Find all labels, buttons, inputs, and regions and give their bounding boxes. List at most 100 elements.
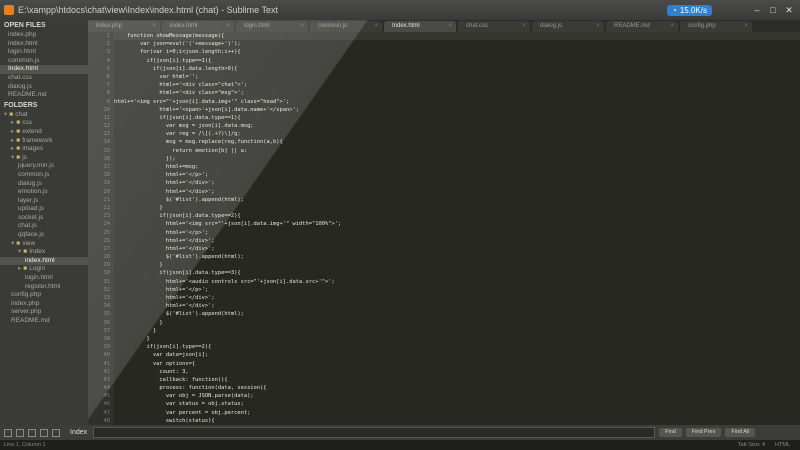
editor-tab[interactable]: chat.css × <box>458 21 530 32</box>
open-file-item[interactable]: login.html <box>0 48 88 57</box>
chevron-right-icon[interactable]: ▸ <box>11 145 14 152</box>
editor-tab[interactable]: Index.html × <box>384 21 456 32</box>
editor-tab[interactable]: common.js × <box>310 21 382 32</box>
tree-item[interactable]: common.js <box>0 171 88 180</box>
code-line[interactable]: if(json[i].data.length>0){ <box>114 65 800 73</box>
tree-item[interactable]: ▸ ■ images <box>0 145 88 154</box>
wrap-toggle-icon[interactable] <box>40 428 48 437</box>
find-input[interactable] <box>93 427 656 438</box>
tree-item[interactable]: ▾ ■ chat <box>0 111 88 120</box>
open-file-item[interactable]: chat.css <box>0 74 88 83</box>
code-line[interactable]: html+='<audio controls src="'+json[i].da… <box>114 278 800 286</box>
tree-item[interactable]: ▾ ■ js <box>0 154 88 163</box>
code-editor[interactable]: function showMessage(message){ var json=… <box>114 32 800 425</box>
code-line[interactable]: var percent = obj.percent; <box>114 409 800 417</box>
code-line[interactable]: html+='</p>'; <box>114 171 800 179</box>
code-line[interactable]: if(json[i].type==1){ <box>114 57 800 65</box>
tree-item[interactable]: ▾ ■ view <box>0 240 88 249</box>
code-line[interactable]: count: 3, <box>114 368 800 376</box>
tree-item[interactable]: upload.js <box>0 205 88 214</box>
open-file-item[interactable]: common.js <box>0 57 88 66</box>
code-line[interactable]: var obj = JSON.parse(data); <box>114 392 800 400</box>
tree-item[interactable]: chat.js <box>0 222 88 231</box>
chevron-right-icon[interactable]: ▸ <box>11 119 14 126</box>
code-line[interactable]: for(var i=0;i<json.length;i++){ <box>114 48 800 56</box>
tree-item[interactable]: socket.js <box>0 214 88 223</box>
editor-tab[interactable]: index.html × <box>162 21 234 32</box>
code-line[interactable]: return emotion[b] || a; <box>114 147 800 155</box>
in-selection-toggle-icon[interactable] <box>52 428 60 437</box>
code-line[interactable]: } <box>114 335 800 343</box>
tab-close-icon[interactable]: × <box>374 21 378 32</box>
editor-tab[interactable]: config.php × <box>680 21 752 32</box>
editor-tab[interactable]: README.md × <box>606 21 678 32</box>
code-line[interactable]: switch(status){ <box>114 417 800 425</box>
tree-item[interactable]: ▸ ■ css <box>0 119 88 128</box>
whole-word-toggle-icon[interactable] <box>28 428 36 437</box>
code-line[interactable]: function showMessage(message){ <box>114 32 800 41</box>
code-line[interactable]: html+='</div>'; <box>114 302 800 310</box>
tab-close-icon[interactable]: × <box>522 21 526 32</box>
code-line[interactable]: html+='</div>'; <box>114 188 800 196</box>
code-line[interactable]: } <box>114 204 800 212</box>
code-line[interactable]: html+='</p>'; <box>114 286 800 294</box>
editor-tab[interactable]: login.html × <box>236 21 308 32</box>
open-file-item[interactable]: index.php <box>0 31 88 40</box>
tab-size-indicator[interactable]: Tab Size: 4 <box>738 442 765 448</box>
tree-item[interactable]: index.html <box>0 256 88 266</box>
code-line[interactable]: $('#list').append(html); <box>114 310 800 318</box>
find-button[interactable]: Find <box>659 428 682 437</box>
chevron-down-icon[interactable]: ▾ <box>11 240 14 247</box>
tab-close-icon[interactable]: × <box>670 21 674 32</box>
chevron-down-icon[interactable]: ▾ <box>11 154 14 161</box>
tree-item[interactable]: emotion.js <box>0 188 88 197</box>
code-line[interactable]: if(json[i].data.type==3){ <box>114 269 800 277</box>
code-line[interactable]: html+='</div>'; <box>114 245 800 253</box>
code-line[interactable]: html+='</div>'; <box>114 237 800 245</box>
tree-item[interactable]: layer.js <box>0 197 88 206</box>
maximize-icon[interactable]: □ <box>768 5 778 15</box>
tree-item[interactable]: jquery.min.js <box>0 162 88 171</box>
code-line[interactable]: } <box>114 261 800 269</box>
chevron-right-icon[interactable]: ▸ <box>11 137 14 144</box>
code-line[interactable]: html+='<span>'+json[i].data.name+'</span… <box>114 106 800 114</box>
tab-close-icon[interactable]: × <box>300 21 304 32</box>
open-file-item[interactable]: index.html <box>0 40 88 49</box>
find-prev-button[interactable]: Find Prev <box>685 428 722 437</box>
folders-header[interactable]: FOLDERS <box>0 100 88 111</box>
tab-close-icon[interactable]: × <box>448 21 452 32</box>
tree-item[interactable]: dialog.js <box>0 180 88 189</box>
case-toggle-icon[interactable] <box>16 428 24 437</box>
tree-item[interactable]: qqface.js <box>0 231 88 240</box>
code-line[interactable]: process: function(data, session){ <box>114 384 800 392</box>
code-line[interactable]: } <box>114 327 800 335</box>
tab-close-icon[interactable]: × <box>226 21 230 32</box>
tree-item[interactable]: ▸ ■ framework <box>0 137 88 146</box>
code-line[interactable]: var data=json[i]; <box>114 351 800 359</box>
regex-toggle-icon[interactable] <box>4 428 12 437</box>
chevron-down-icon[interactable]: ▾ <box>4 111 7 118</box>
tree-item[interactable]: ▸ ■ Login <box>0 265 88 274</box>
code-line[interactable]: html+=msg; <box>114 163 800 171</box>
editor-tab[interactable]: dialog.js × <box>532 21 604 32</box>
tree-item[interactable]: config.php <box>0 291 88 300</box>
open-file-item[interactable]: Index.html <box>0 65 88 74</box>
tree-item[interactable]: register.html <box>0 283 88 292</box>
tree-item[interactable]: index.php <box>0 300 88 309</box>
code-line[interactable]: } <box>114 319 800 327</box>
chevron-right-icon[interactable]: ▸ <box>11 128 14 135</box>
open-file-item[interactable]: dialog.js <box>0 83 88 92</box>
code-line[interactable]: var json=eval('('+message+')'); <box>114 40 800 48</box>
code-line[interactable]: html+='<img src="'+json[i].data.img+'" w… <box>114 220 800 228</box>
code-line[interactable]: callback: function(){ <box>114 376 800 384</box>
tree-item[interactable]: server.php <box>0 308 88 317</box>
tree-item[interactable]: README.md <box>0 317 88 326</box>
code-line[interactable]: var msg = json[i].data.msg; <box>114 122 800 130</box>
open-files-header[interactable]: OPEN FILES <box>0 20 88 31</box>
code-line[interactable]: msg = msg.replace(reg,function(a,b){ <box>114 138 800 146</box>
chevron-down-icon[interactable]: ▾ <box>18 248 21 255</box>
code-line[interactable]: var options={ <box>114 360 800 368</box>
tab-close-icon[interactable]: × <box>744 21 748 32</box>
editor-tab[interactable]: index.php × <box>88 21 160 32</box>
code-line[interactable]: if(json[i].data.type==1){ <box>114 114 800 122</box>
